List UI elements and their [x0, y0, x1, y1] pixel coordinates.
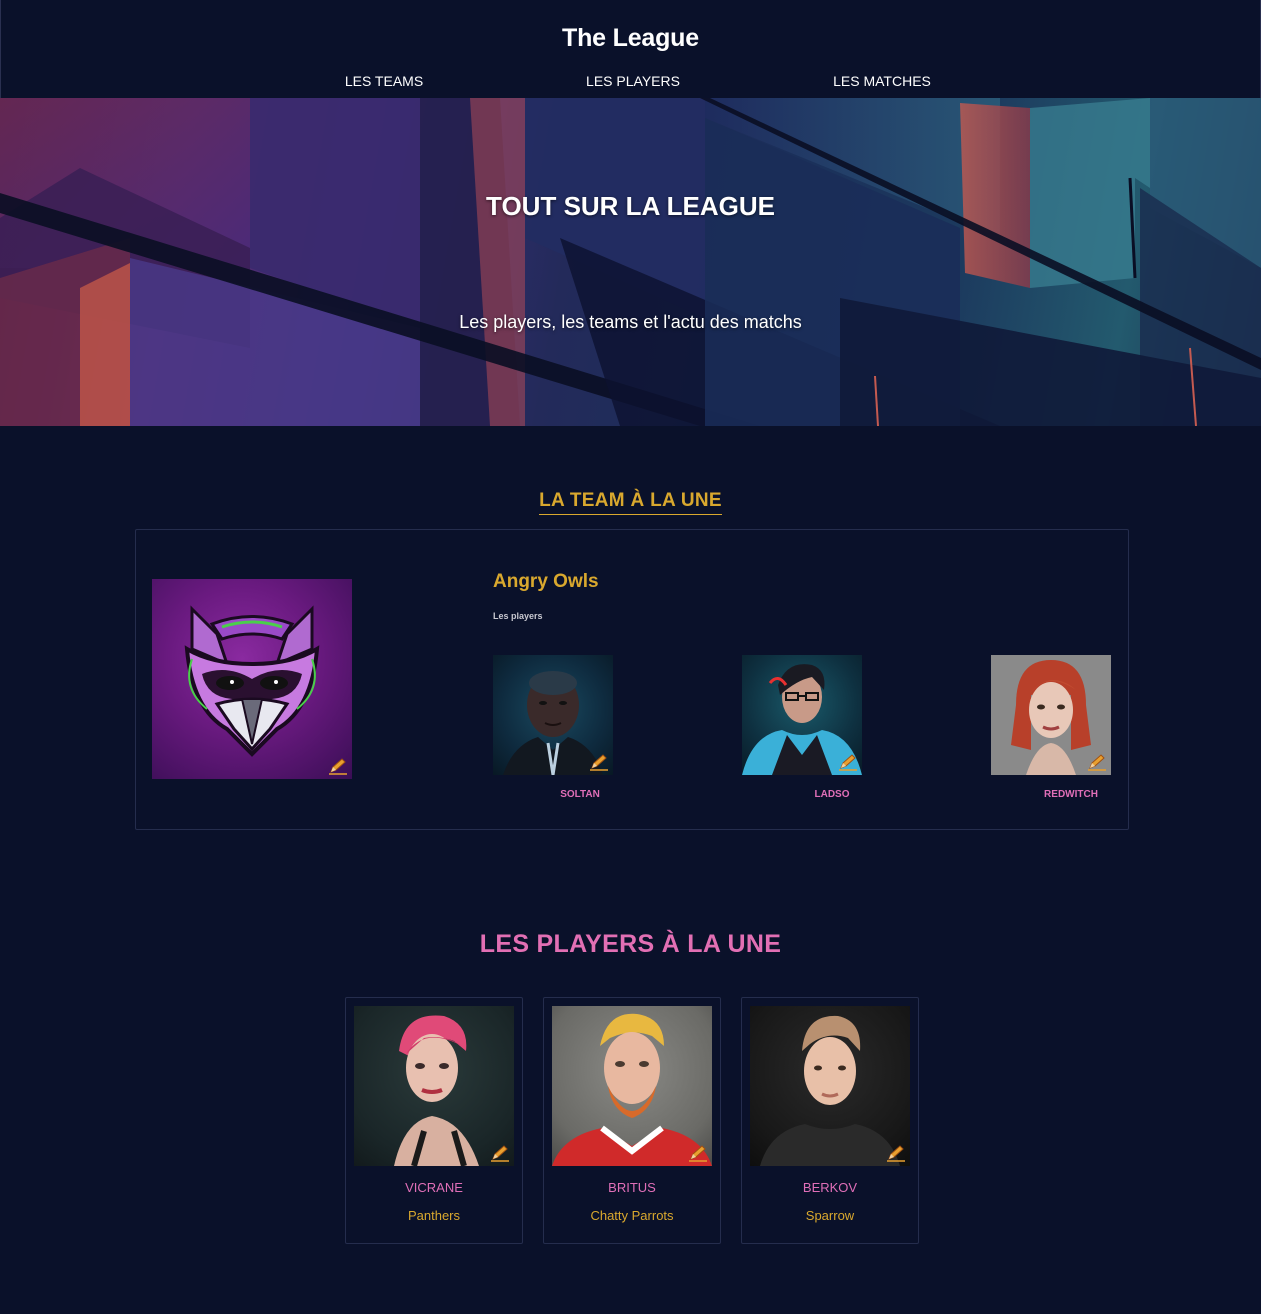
hero-banner: TOUT SUR LA LEAGUE Les players, les team…	[0, 98, 1261, 426]
pencil-icon[interactable]	[838, 753, 858, 771]
hero-title: TOUT SUR LA LEAGUE	[486, 191, 775, 221]
pencil-icon[interactable]	[490, 1144, 510, 1162]
site-header: The League LES TEAMS LES PLAYERS LES MAT…	[0, 0, 1261, 98]
featured-team-card: Angry Owls Les players SOLTAN LADSO REDW…	[135, 529, 1129, 830]
player-photo-britus[interactable]	[552, 1006, 712, 1166]
nav-link-teams[interactable]: LES TEAMS	[345, 73, 423, 89]
team-logo[interactable]	[152, 579, 352, 779]
player-card-vicrane[interactable]: VICRANE Panthers	[345, 997, 523, 1244]
team-player-name-soltan[interactable]: SOLTAN	[560, 789, 600, 800]
featured-team-heading-text: LA TEAM À LA UNE	[539, 490, 722, 515]
pencil-icon[interactable]	[688, 1144, 708, 1162]
player-team-berkov[interactable]: Sparrow	[742, 1208, 918, 1223]
player-team-britus[interactable]: Chatty Parrots	[544, 1208, 720, 1223]
player-name-vicrane[interactable]: VICRANE	[346, 1180, 522, 1195]
player-portrait	[552, 1013, 712, 1166]
hero-background-image	[0, 98, 1261, 426]
player-photo-berkov[interactable]	[750, 1006, 910, 1166]
hero-subtitle: Les players, les teams et l'actu des mat…	[459, 312, 802, 332]
featured-players-heading: LES PLAYERS À LA UNE	[479, 930, 782, 958]
nav-link-matches[interactable]: LES MATCHES	[833, 73, 931, 89]
owl-logo-icon	[184, 605, 320, 757]
player-card-britus[interactable]: BRITUS Chatty Parrots	[543, 997, 721, 1244]
pencil-icon[interactable]	[328, 757, 348, 775]
pencil-icon[interactable]	[1087, 753, 1107, 771]
featured-team-heading: LA TEAM À LA UNE	[0, 490, 1261, 515]
team-name[interactable]: Angry Owls	[493, 571, 599, 593]
player-portrait	[394, 1015, 479, 1166]
team-players-label: Les players	[493, 611, 543, 621]
player-name-britus[interactable]: BRITUS	[544, 1180, 720, 1195]
team-player-name-redwitch[interactable]: REDWITCH	[1044, 789, 1098, 800]
site-title[interactable]: The League	[1, 24, 1260, 53]
team-player-name-ladso[interactable]: LADSO	[815, 789, 850, 800]
team-player-photo-ladso[interactable]	[742, 655, 862, 775]
pencil-icon[interactable]	[589, 753, 609, 771]
player-name-berkov[interactable]: BERKOV	[742, 1180, 918, 1195]
team-player-photo-soltan[interactable]	[493, 655, 613, 775]
nav-link-players[interactable]: LES PLAYERS	[586, 73, 680, 89]
player-portrait	[760, 1015, 900, 1166]
player-card-berkov[interactable]: BERKOV Sparrow	[741, 997, 919, 1244]
player-team-vicrane[interactable]: Panthers	[346, 1208, 522, 1223]
team-player-photo-redwitch[interactable]	[991, 655, 1111, 775]
player-photo-vicrane[interactable]	[354, 1006, 514, 1166]
pencil-icon[interactable]	[886, 1144, 906, 1162]
